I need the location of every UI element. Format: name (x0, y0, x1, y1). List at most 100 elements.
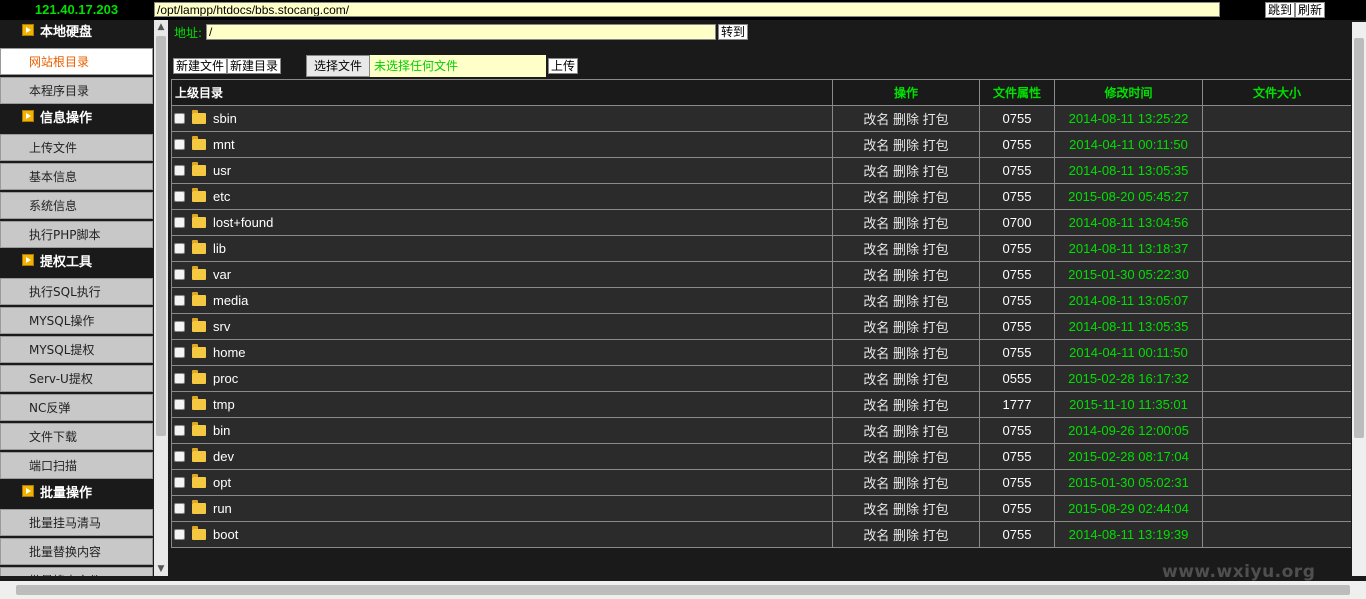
permission-cell[interactable]: 1777 (979, 391, 1055, 418)
row-checkbox[interactable] (174, 217, 185, 228)
row-checkbox[interactable] (174, 321, 185, 332)
mtime-cell[interactable]: 2015-01-30 05:02:31 (1054, 469, 1203, 496)
mtime-cell[interactable]: 2015-11-10 11:35:01 (1054, 391, 1203, 418)
row-checkbox[interactable] (174, 399, 185, 410)
goto-button[interactable]: 转到 (718, 24, 749, 40)
folder-link[interactable]: sbin (213, 111, 237, 126)
row-actions[interactable]: 改名 删除 打包 (832, 365, 980, 392)
row-actions[interactable]: 改名 删除 打包 (832, 417, 980, 444)
row-checkbox[interactable] (174, 243, 185, 254)
permission-cell[interactable]: 0755 (979, 313, 1055, 340)
mtime-cell[interactable]: 2014-08-11 13:05:35 (1054, 313, 1203, 340)
sidebar-item[interactable]: 文件下载 (0, 423, 153, 450)
permission-cell[interactable]: 0700 (979, 209, 1055, 236)
path-input[interactable]: /opt/lampp/htdocs/bbs.stocang.com/ (154, 2, 1220, 17)
row-actions[interactable]: 改名 删除 打包 (832, 443, 980, 470)
sidebar-item[interactable]: 上传文件 (0, 134, 153, 161)
row-checkbox[interactable] (174, 529, 185, 540)
folder-link[interactable]: home (213, 345, 246, 360)
row-actions[interactable]: 改名 删除 打包 (832, 261, 980, 288)
sidebar-item[interactable]: 批量替换内容 (0, 538, 153, 565)
row-actions[interactable]: 改名 删除 打包 (832, 235, 980, 262)
row-actions[interactable]: 改名 删除 打包 (832, 391, 980, 418)
refresh-button[interactable]: 刷新 (1295, 2, 1326, 18)
folder-link[interactable]: boot (213, 527, 238, 542)
permission-cell[interactable]: 0755 (979, 261, 1055, 288)
row-actions[interactable]: 改名 删除 打包 (832, 521, 980, 548)
row-actions[interactable]: 改名 删除 打包 (832, 157, 980, 184)
folder-link[interactable]: opt (213, 475, 231, 490)
row-checkbox[interactable] (174, 451, 185, 462)
mtime-cell[interactable]: 2014-08-11 13:05:35 (1054, 157, 1203, 184)
mtime-cell[interactable]: 2014-04-11 00:11:50 (1054, 339, 1203, 366)
permission-cell[interactable]: 0755 (979, 443, 1055, 470)
sidebar-item[interactable]: 端口扫描 (0, 452, 153, 479)
sidebar-item[interactable]: 本程序目录 (0, 77, 153, 104)
mtime-cell[interactable]: 2014-08-11 13:04:56 (1054, 209, 1203, 236)
folder-link[interactable]: media (213, 293, 248, 308)
new-dir-button[interactable]: 新建目录 (227, 58, 282, 74)
scroll-up-icon[interactable]: ▲ (154, 20, 168, 34)
row-actions[interactable]: 改名 删除 打包 (832, 131, 980, 158)
row-actions[interactable]: 改名 删除 打包 (832, 313, 980, 340)
permission-cell[interactable]: 0755 (979, 105, 1055, 132)
scroll-down-icon[interactable]: ▼ (154, 562, 168, 576)
permission-cell[interactable]: 0755 (979, 469, 1055, 496)
mtime-cell[interactable]: 2015-01-30 05:22:30 (1054, 261, 1203, 288)
folder-link[interactable]: var (213, 267, 231, 282)
folder-link[interactable]: mnt (213, 137, 235, 152)
main-vertical-scrollbar[interactable] (1352, 22, 1366, 576)
new-file-button[interactable]: 新建文件 (173, 58, 228, 74)
sidebar-item[interactable]: NC反弹 (0, 394, 153, 421)
mtime-cell[interactable]: 2014-04-11 00:11:50 (1054, 131, 1203, 158)
mtime-cell[interactable]: 2014-09-26 12:00:05 (1054, 417, 1203, 444)
row-checkbox[interactable] (174, 269, 185, 280)
sidebar-item[interactable]: 基本信息 (0, 163, 153, 190)
row-checkbox[interactable] (174, 165, 185, 176)
row-checkbox[interactable] (174, 191, 185, 202)
row-actions[interactable]: 改名 删除 打包 (832, 287, 980, 314)
folder-link[interactable]: dev (213, 449, 234, 464)
address-input[interactable]: / (206, 24, 716, 40)
row-checkbox[interactable] (174, 295, 185, 306)
row-actions[interactable]: 改名 删除 打包 (832, 495, 980, 522)
folder-link[interactable]: tmp (213, 397, 235, 412)
permission-cell[interactable]: 0755 (979, 287, 1055, 314)
sidebar-item[interactable]: MYSQL操作 (0, 307, 153, 334)
row-checkbox[interactable] (174, 503, 185, 514)
mtime-cell[interactable]: 2014-08-11 13:25:22 (1054, 105, 1203, 132)
row-checkbox[interactable] (174, 425, 185, 436)
folder-link[interactable]: run (213, 501, 232, 516)
upload-button[interactable]: 上传 (548, 58, 579, 74)
folder-link[interactable]: srv (213, 319, 230, 334)
permission-cell[interactable]: 0755 (979, 157, 1055, 184)
jump-button[interactable]: 跳到 (1265, 2, 1296, 18)
row-actions[interactable]: 改名 删除 打包 (832, 209, 980, 236)
folder-link[interactable]: lib (213, 241, 226, 256)
sidebar-item[interactable]: 批量搜索文件 (0, 567, 153, 576)
row-checkbox[interactable] (174, 139, 185, 150)
folder-link[interactable]: lost+found (213, 215, 273, 230)
permission-cell[interactable]: 0755 (979, 495, 1055, 522)
permission-cell[interactable]: 0755 (979, 235, 1055, 262)
permission-cell[interactable]: 0755 (979, 183, 1055, 210)
folder-link[interactable]: bin (213, 423, 230, 438)
sidebar-item[interactable]: 执行PHP脚本 (0, 221, 153, 248)
sidebar-item[interactable]: 批量挂马清马 (0, 509, 153, 536)
parent-dir-link[interactable]: 上级目录 (171, 79, 833, 106)
row-actions[interactable]: 改名 删除 打包 (832, 469, 980, 496)
folder-link[interactable]: etc (213, 189, 230, 204)
row-actions[interactable]: 改名 删除 打包 (832, 183, 980, 210)
permission-cell[interactable]: 0555 (979, 365, 1055, 392)
scrollbar-thumb[interactable] (156, 36, 166, 436)
sidebar-item[interactable]: MYSQL提权 (0, 336, 153, 363)
row-checkbox[interactable] (174, 373, 185, 384)
mtime-cell[interactable]: 2014-08-11 13:19:39 (1054, 521, 1203, 548)
sidebar-item[interactable]: Serv-U提权 (0, 365, 153, 392)
scrollbar-thumb[interactable] (16, 585, 1350, 595)
permission-cell[interactable]: 0755 (979, 521, 1055, 548)
horizontal-scrollbar[interactable] (0, 581, 1366, 599)
mtime-cell[interactable]: 2015-02-28 16:17:32 (1054, 365, 1203, 392)
scrollbar-thumb[interactable] (1354, 38, 1364, 438)
row-actions[interactable]: 改名 删除 打包 (832, 339, 980, 366)
